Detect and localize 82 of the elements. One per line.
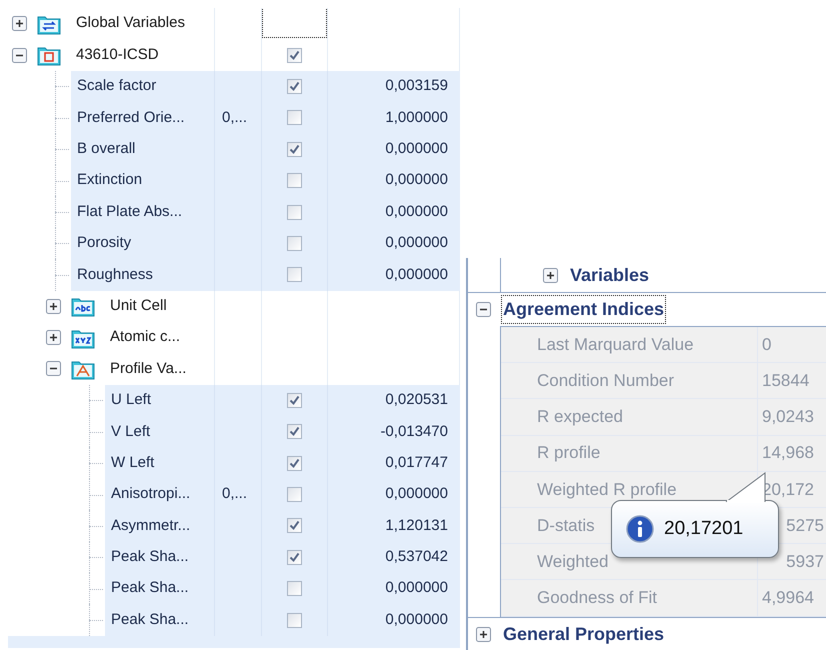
checkbox[interactable] xyxy=(287,204,302,220)
parameter-value: 0,003159 xyxy=(385,76,448,96)
checkbox[interactable] xyxy=(287,236,302,251)
checkbox[interactable] xyxy=(287,487,302,502)
checkbox[interactable] xyxy=(287,173,302,188)
parameter-value: 0,000000 xyxy=(385,484,448,504)
checkbox[interactable] xyxy=(287,110,302,126)
checkbox[interactable] xyxy=(287,142,302,157)
section-header[interactable]: General Properties xyxy=(501,620,666,648)
checkbox[interactable] xyxy=(287,48,302,63)
checkbox[interactable] xyxy=(287,518,302,534)
parameter-value: 0,537042 xyxy=(385,547,448,568)
parameter-name: V Left xyxy=(111,422,150,442)
parameter-value: 1,000000 xyxy=(385,108,448,128)
parameter-name: Asymmetr... xyxy=(111,516,190,536)
property-name: Condition Number xyxy=(537,370,674,392)
checkbox[interactable] xyxy=(287,612,302,628)
parameter-value: 0,000000 xyxy=(385,170,448,190)
collapse-icon[interactable] xyxy=(12,48,27,63)
expand-icon[interactable] xyxy=(543,268,558,282)
parameter-extra: 0,... xyxy=(222,108,248,128)
collapse-icon[interactable] xyxy=(46,361,61,376)
property-value: 15844 xyxy=(762,370,810,392)
parameter-name: Flat Plate Abs... xyxy=(77,202,182,222)
tree-node-label[interactable]: Profile Va... xyxy=(110,358,186,380)
parameter-name: Peak Sha... xyxy=(111,578,189,598)
parameter-name: Porosity xyxy=(77,233,132,254)
expand-icon[interactable] xyxy=(476,626,491,642)
parameter-value: 0,000000 xyxy=(385,264,448,285)
property-value: 9,0243 xyxy=(762,406,814,428)
tree-node-label[interactable]: 43610-ICSD xyxy=(76,44,159,66)
parameter-value: 0,000000 xyxy=(385,233,448,254)
parameter-name: Scale factor xyxy=(77,76,156,96)
property-name: Last Marquard Value xyxy=(537,334,694,356)
parameter-name: U Left xyxy=(111,390,152,410)
property-value: 0 xyxy=(762,334,772,356)
expand-icon[interactable] xyxy=(12,16,27,32)
property-name: Weighted xyxy=(537,550,609,573)
parameter-name: Anisotropi... xyxy=(111,484,190,504)
parameter-value: 0,017747 xyxy=(385,452,448,473)
checkbox[interactable] xyxy=(287,456,302,471)
parameter-name: B overall xyxy=(77,139,136,159)
property-value: 5937 xyxy=(786,550,824,573)
checkbox[interactable] xyxy=(287,392,302,408)
section-header[interactable]: Agreement Indices xyxy=(501,295,666,324)
parameter-value: 0,020531 xyxy=(385,390,448,410)
parameter-name: Roughness xyxy=(77,264,153,285)
parameter-value: -0,013470 xyxy=(380,422,448,442)
parameter-name: Peak Sha... xyxy=(111,610,189,630)
info-icon xyxy=(626,515,654,543)
parameter-value: 1,120131 xyxy=(385,516,448,536)
expand-icon[interactable] xyxy=(46,330,61,346)
section-header[interactable]: Variables xyxy=(568,260,652,290)
property-name: R expected xyxy=(537,406,623,428)
parameter-extra: 0,... xyxy=(222,484,248,504)
parameter-name: Extinction xyxy=(77,170,142,190)
property-name: Goodness of Fit xyxy=(537,587,658,610)
checkbox[interactable] xyxy=(287,78,302,94)
checkbox[interactable] xyxy=(287,424,302,440)
checkbox[interactable] xyxy=(287,550,302,565)
tooltip-text: 20,17201 xyxy=(664,516,744,541)
property-name: R profile xyxy=(537,442,600,464)
parameter-value: 0,000000 xyxy=(385,139,448,159)
parameter-name: Preferred Orie... xyxy=(77,108,185,128)
tree-node-label[interactable]: Atomic c... xyxy=(110,326,180,349)
parameter-value: 0,000000 xyxy=(385,578,448,598)
collapse-icon[interactable] xyxy=(476,302,491,317)
parameter-name: Peak Sha... xyxy=(111,547,189,568)
property-name: Weighted R profile xyxy=(537,478,677,501)
property-value: 4,9964 xyxy=(762,587,814,610)
expand-icon[interactable] xyxy=(46,298,61,314)
parameter-value: 0,000000 xyxy=(385,202,448,222)
property-value: 5275 xyxy=(786,514,824,537)
tree-node-label[interactable]: Global Variables xyxy=(76,12,185,35)
parameter-value: 0,000000 xyxy=(385,610,448,630)
tree-node-label[interactable]: Unit Cell xyxy=(110,294,167,318)
parameter-name: W Left xyxy=(111,452,154,473)
checkbox[interactable] xyxy=(287,267,302,282)
property-value: 14,968 xyxy=(762,442,814,464)
focus-outline[interactable] xyxy=(262,9,327,38)
checkbox[interactable] xyxy=(287,581,302,596)
property-name: D-statis xyxy=(537,514,595,537)
